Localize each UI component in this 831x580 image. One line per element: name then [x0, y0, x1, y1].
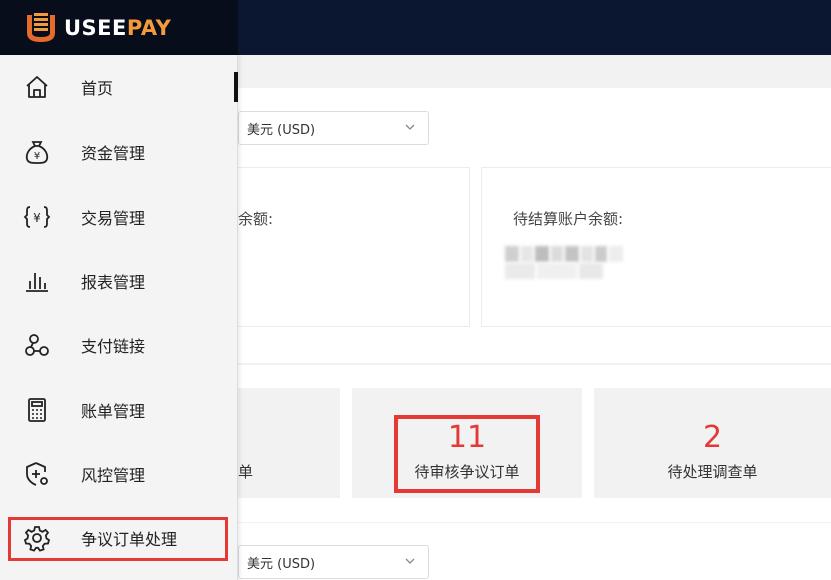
calculator-icon [22, 395, 52, 425]
sidebar-item-label: 支付链接 [81, 337, 146, 356]
stat-card-pending-review-disputes[interactable]: 11 待审核争议订单 [352, 388, 582, 498]
currency-select-bottom[interactable]: 美元 (USD) [238, 545, 429, 579]
usee-logo-icon [27, 12, 55, 42]
currency-select-top[interactable]: 美元 (USD) [238, 111, 429, 145]
sidebar-item-transactions[interactable]: ¥ 交易管理 [0, 185, 238, 249]
stat-card-partial[interactable]: 单 [238, 388, 340, 498]
gear-icon [22, 523, 52, 553]
sidebar-item-reports[interactable]: 报表管理 [0, 249, 238, 313]
scroll-indicator [234, 72, 238, 102]
sidebar-item-funds[interactable]: ¥ 资金管理 [0, 120, 238, 184]
sidebar-item-bills[interactable]: 账单管理 [0, 378, 238, 442]
sidebar-item-label: 风控管理 [81, 466, 146, 485]
svg-text:¥: ¥ [33, 211, 41, 225]
bar-chart-icon [22, 266, 52, 296]
sidebar-item-label: 账单管理 [81, 402, 146, 421]
brand-logo[interactable]: USEEPAY [0, 0, 238, 55]
shield-plus-icon [22, 459, 52, 489]
sidebar: 首页 ¥ 资金管理 ¥ 交易管理 报表管理 支付链接 账单管理 风控管理 争议订… [0, 55, 238, 580]
sidebar-item-home[interactable]: 首页 [0, 55, 238, 119]
svg-text:¥: ¥ [34, 151, 40, 162]
masked-balance-value [505, 246, 623, 262]
sidebar-item-label: 交易管理 [81, 209, 146, 228]
chevron-down-icon [405, 124, 415, 130]
sidebar-item-label: 争议订单处理 [81, 530, 178, 549]
stat-label: 待处理调查单 [667, 463, 758, 481]
stat-number: 11 [447, 420, 487, 455]
sidebar-item-risk-control[interactable]: 风控管理 [0, 442, 238, 506]
balance-card-right: 待结算账户余额: [481, 167, 831, 327]
main-content: 美元 (USD) 余额: 待结算账户余额: 单 11 待审核争议订单 2 待处理… [237, 55, 831, 580]
masked-balance-value-2 [505, 263, 603, 279]
balance-card-label: 余额: [238, 210, 274, 228]
stat-label: 单 [238, 463, 254, 481]
home-icon [22, 72, 52, 102]
transaction-icon: ¥ [22, 202, 52, 232]
currency-select-value: 美元 (USD) [247, 122, 316, 138]
sidebar-item-dispute-orders[interactable]: 争议订单处理 [0, 506, 238, 570]
sidebar-item-label: 首页 [81, 79, 114, 98]
currency-select-value: 美元 (USD) [247, 556, 316, 572]
sidebar-item-label: 资金管理 [81, 144, 146, 163]
sidebar-item-payment-links[interactable]: 支付链接 [0, 313, 238, 377]
link-icon [22, 330, 52, 360]
stat-number: 2 [702, 420, 723, 455]
sidebar-item-label: 报表管理 [81, 273, 146, 292]
chevron-down-icon [405, 558, 415, 564]
balance-card-left: 余额: [237, 167, 470, 327]
stat-card-pending-investigations[interactable]: 2 待处理调查单 [594, 388, 831, 498]
pending-settlement-label: 待结算账户余额: [513, 210, 624, 228]
money-bag-icon: ¥ [22, 137, 52, 167]
stat-label: 待审核争议订单 [414, 463, 520, 481]
brand-name: USEEPAY [64, 15, 172, 40]
